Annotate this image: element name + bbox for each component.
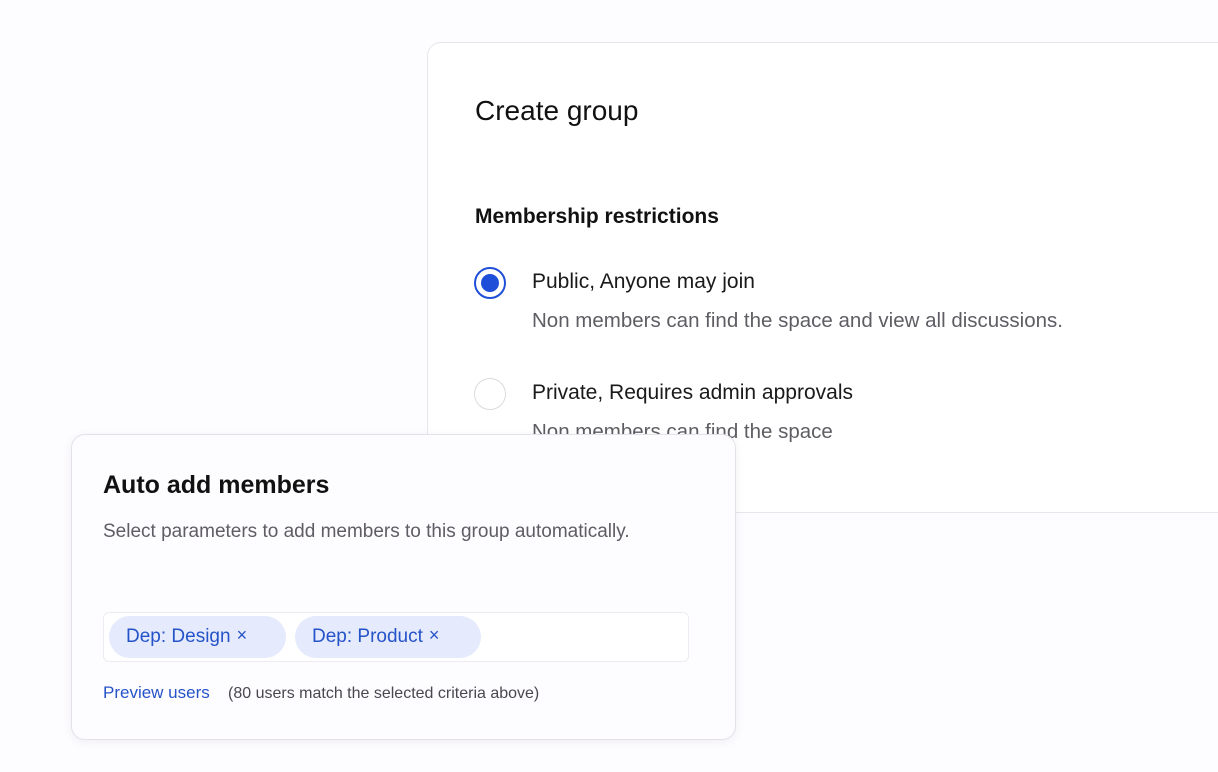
auto-add-members-card: Auto add members Select parameters to ad… [71,434,736,740]
criteria-tag-input[interactable]: Dep: Design × Dep: Product × [103,612,689,662]
public-radio-button[interactable] [474,267,506,299]
public-option-description: Non members can find the space and view … [532,309,1063,332]
page-title: Create group [475,95,639,126]
public-option-label: Public, Anyone may join [532,270,755,293]
tag-chip-product: Dep: Product × [295,616,481,658]
remove-tag-icon[interactable]: × [237,626,248,644]
auto-add-description: Select parameters to add members to this… [103,521,630,542]
tag-chip-label: Dep: Product [312,626,423,647]
matching-users-count: (80 users match the selected criteria ab… [228,685,540,702]
private-radio-button[interactable] [474,378,506,410]
auto-add-title: Auto add members [103,471,330,499]
private-option-label: Private, Requires admin approvals [532,381,853,404]
preview-users-link[interactable]: Preview users [103,683,210,703]
tag-chip-label: Dep: Design [126,626,231,647]
remove-tag-icon[interactable]: × [429,626,440,644]
tag-chip-design: Dep: Design × [109,616,286,658]
membership-restrictions-heading: Membership restrictions [475,205,719,228]
